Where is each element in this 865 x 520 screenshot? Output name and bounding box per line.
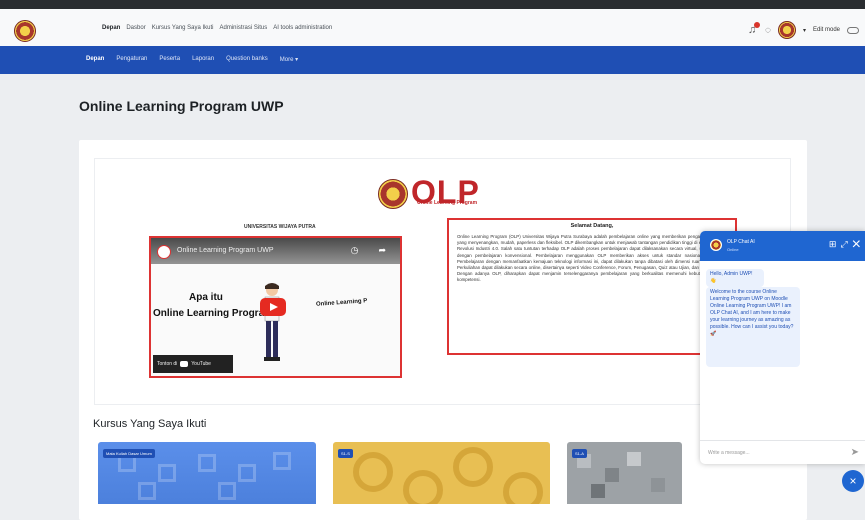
pattern-pixel xyxy=(591,484,605,498)
welcome-box: Selamat Datang, Online Learning Program … xyxy=(447,218,737,355)
nav-administrasi[interactable]: Administrasi Situs xyxy=(220,25,268,31)
tab-depan[interactable]: Depan xyxy=(86,56,104,63)
messages-icon[interactable]: ◌ xyxy=(765,25,771,36)
share-icon[interactable]: ➦ xyxy=(378,245,386,256)
site-logo[interactable] xyxy=(14,20,36,42)
welcome-title: Selamat Datang, xyxy=(570,223,614,229)
send-icon[interactable]: ➤ xyxy=(851,447,859,458)
video-text-right: Online Learning P xyxy=(315,298,368,308)
notification-dot xyxy=(754,22,761,28)
pattern-pixel xyxy=(627,452,641,466)
pattern-ring xyxy=(503,472,543,504)
youtube-logo-icon xyxy=(180,361,189,367)
course-category-badge: Mata Kuliah Dasar Umum xyxy=(103,449,155,458)
chat-message: Hello, Admin UWP! 👋 xyxy=(706,269,764,287)
user-area: ♫ ◌ ▾ Edit mode xyxy=(748,21,859,39)
edit-mode-label: Edit mode xyxy=(812,27,840,33)
course-card[interactable]: Mata Kuliah Dasar Umum xyxy=(98,442,316,504)
page-title: Online Learning Program UWP xyxy=(79,98,284,114)
watch-later-icon[interactable]: ◷ xyxy=(351,245,359,256)
ai-chat-widget: OLP Chat AI Online ⊞ ⤢ × Hello, Admin UW… xyxy=(700,231,865,464)
video-actions: ◷ ➦ xyxy=(351,245,386,256)
primary-nav: Depan Dasbor Kursus Yang Saya Ikuti Admi… xyxy=(102,25,332,31)
nav-ai-tools[interactable]: AI tools administration xyxy=(273,25,332,31)
chat-bot-status: Online xyxy=(727,247,739,252)
chat-bot-name: OLP Chat AI xyxy=(727,239,755,245)
chat-input-placeholder: Write a message... xyxy=(708,449,750,456)
tab-pengaturan[interactable]: Pengaturan xyxy=(116,56,147,63)
course-card[interactable]: S1-S xyxy=(333,442,550,504)
pattern-pixel xyxy=(651,478,665,492)
channel-avatar-icon[interactable] xyxy=(157,245,171,259)
presenter-illustration xyxy=(264,283,280,361)
tab-question-banks[interactable]: Question banks xyxy=(226,56,268,63)
course-card[interactable]: S1-A xyxy=(567,442,682,504)
welcome-body: Online Learning Program (OLP) Universita… xyxy=(457,234,727,283)
pattern-tile xyxy=(198,454,216,472)
course-secondary-nav: Depan Pengaturan Peserta Laporan Questio… xyxy=(0,46,865,74)
edit-mode-toggle[interactable] xyxy=(847,26,859,34)
tab-peserta[interactable]: Peserta xyxy=(159,56,180,63)
chat-expand-icon[interactable]: ⤢ xyxy=(840,239,847,251)
chat-bot-avatar xyxy=(710,239,722,251)
user-avatar[interactable] xyxy=(777,21,796,39)
chat-message: Welcome to the course Online Learning Pr… xyxy=(706,287,800,367)
notification-bell-icon[interactable]: ♫ xyxy=(748,22,761,36)
pattern-tile xyxy=(238,464,256,482)
courses-section-title: Kursus Yang Saya Ikuti xyxy=(93,418,207,430)
nav-dasbor[interactable]: Dasbor xyxy=(126,25,145,31)
pattern-tile xyxy=(138,482,156,500)
tab-more[interactable]: More ▾ xyxy=(280,56,298,63)
pattern-tile xyxy=(273,452,291,470)
pattern-ring xyxy=(403,470,443,504)
video-title[interactable]: Online Learning Program UWP xyxy=(177,247,274,254)
chat-close-icon[interactable]: × xyxy=(852,237,861,253)
chat-toggle-close-icon[interactable]: × xyxy=(842,470,864,492)
nav-kursus[interactable]: Kursus Yang Saya Ikuti xyxy=(152,25,214,31)
youtube-video-embed[interactable]: Online Learning Program UWP ◷ ➦ Apa itu … xyxy=(149,236,402,378)
chat-header: OLP Chat AI Online ⊞ ⤢ × xyxy=(700,231,865,261)
top-navbar: Depan Dasbor Kursus Yang Saya Ikuti Admi… xyxy=(0,0,865,46)
play-button-icon[interactable] xyxy=(260,298,286,316)
course-category-badge: S1-A xyxy=(572,449,587,458)
user-menu-chevron-icon[interactable]: ▾ xyxy=(803,27,806,34)
nav-depan[interactable]: Depan xyxy=(102,25,120,31)
chat-message-input[interactable]: Write a message... ➤ xyxy=(700,440,865,464)
olp-logo-subtitle: Online Learning Program xyxy=(417,200,478,206)
youtube-label: YouTube xyxy=(191,361,211,367)
chat-history-icon[interactable]: ⊞ xyxy=(829,239,837,251)
course-category-badge: S1-S xyxy=(338,449,353,458)
pattern-tile xyxy=(218,482,236,500)
university-name: UNIVERSITAS WIJAYA PUTRA xyxy=(244,224,316,230)
chat-controls: ⊞ ⤢ × xyxy=(829,237,861,253)
watch-on-youtube[interactable]: Tonton di YouTube xyxy=(153,355,233,373)
video-header: Online Learning Program UWP ◷ ➦ xyxy=(151,238,400,264)
video-text-line1: Apa itu xyxy=(189,292,223,303)
pattern-pixel xyxy=(605,468,619,482)
watch-on-label: Tonton di xyxy=(157,361,178,367)
pattern-tile xyxy=(158,464,176,482)
tab-laporan[interactable]: Laporan xyxy=(192,56,214,63)
pattern-ring xyxy=(353,452,393,492)
university-seal-icon xyxy=(378,179,408,209)
pattern-ring xyxy=(453,447,493,487)
